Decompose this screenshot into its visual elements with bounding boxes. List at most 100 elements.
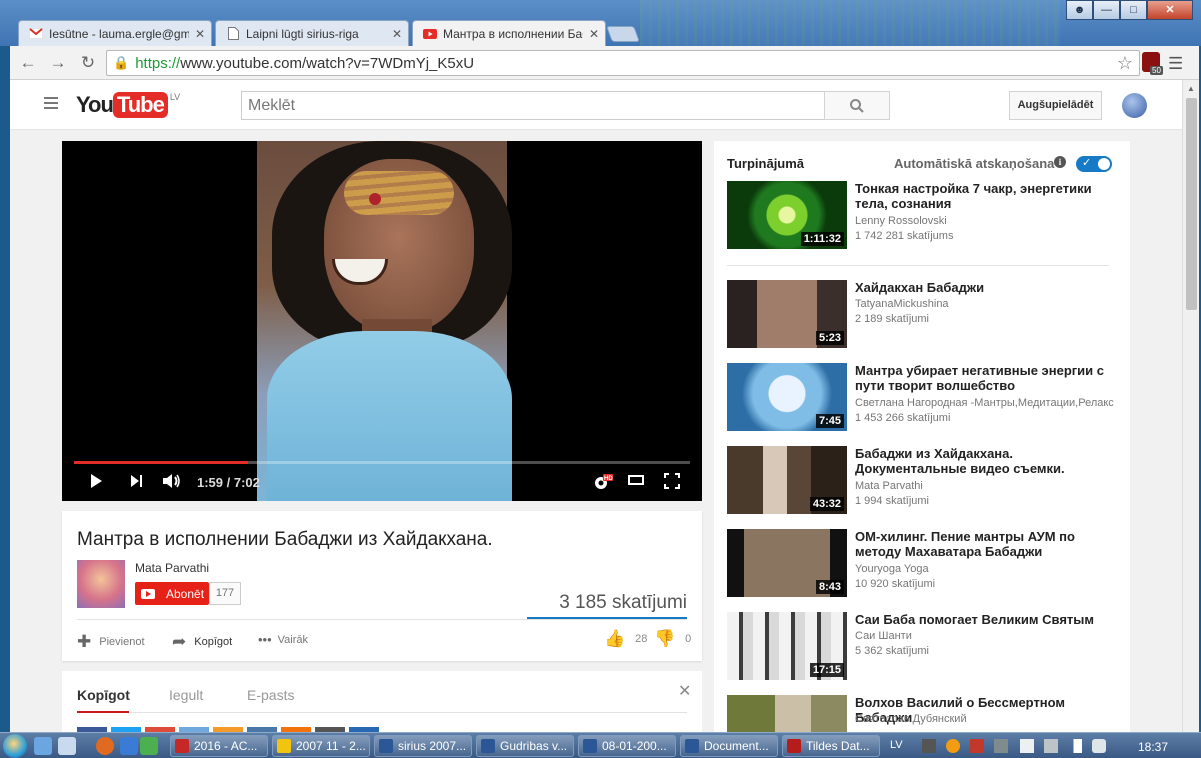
- video-title[interactable]: Саи Баба помогает Великим Святым: [855, 612, 1117, 627]
- list-item[interactable]: 43:32 Бабаджи из Хайдакхана. Документаль…: [727, 446, 1127, 516]
- network-signal-icon[interactable]: [1068, 739, 1082, 753]
- list-item[interactable]: 8:43 ОМ-хилинг. Пение мантры АУМ по мето…: [727, 529, 1127, 599]
- search-input[interactable]: Meklēt: [241, 91, 825, 120]
- fullscreen-icon[interactable]: [664, 473, 680, 494]
- video-thumbnail[interactable]: 8:43: [727, 529, 847, 597]
- new-tab-button[interactable]: [606, 26, 640, 42]
- share-label: Kopīgot: [194, 636, 233, 648]
- video-thumbnail[interactable]: 43:32: [727, 446, 847, 514]
- search-button[interactable]: [824, 91, 890, 120]
- scroll-thumb[interactable]: [1186, 98, 1197, 310]
- chrome-icon[interactable]: [140, 737, 158, 755]
- taskbar-item[interactable]: sirius 2007...: [374, 735, 472, 757]
- progress-bar[interactable]: [74, 461, 690, 464]
- tab-sirius[interactable]: Laipni lūgti sirius-riga ✕: [215, 20, 409, 46]
- forward-icon[interactable]: →: [48, 53, 68, 73]
- video-author[interactable]: Mata Parvathi: [855, 480, 1125, 492]
- subscribe-button[interactable]: Abonēt: [135, 582, 209, 605]
- volume-tray-icon[interactable]: [1092, 739, 1106, 753]
- list-item[interactable]: Волхов Василий о Бессмертном Бабаджи Свя…: [727, 695, 1127, 732]
- video-title[interactable]: ОМ-хилинг. Пение мантры АУМ по методу Ма…: [855, 529, 1117, 559]
- close-tab-icon[interactable]: ✕: [392, 27, 402, 41]
- video-thumbnail[interactable]: [727, 695, 847, 732]
- tab-youtube[interactable]: Мантра в исполнении Бабадж ✕: [412, 20, 606, 46]
- video-thumbnail[interactable]: 7:45: [727, 363, 847, 431]
- guide-menu-icon[interactable]: [44, 97, 58, 109]
- channel-avatar[interactable]: [77, 560, 125, 608]
- video-author[interactable]: Lenny Rossolovski: [855, 215, 1125, 227]
- youtube-logo[interactable]: You Tube LV: [76, 92, 180, 118]
- avatar[interactable]: [1122, 93, 1147, 118]
- logo-text-you: You: [76, 92, 114, 117]
- autoplay-toggle[interactable]: ✓: [1076, 156, 1112, 172]
- tab-gmail[interactable]: Iesūtne - lauma.ergle@gm ✕: [18, 20, 212, 46]
- bookmark-star-icon[interactable]: ☆: [1117, 53, 1133, 74]
- tab-share[interactable]: Kopīgot: [77, 687, 130, 703]
- share-button[interactable]: ➦ Kopīgot: [172, 632, 232, 652]
- video-title[interactable]: Бабаджи из Хайдакхана. Документальные ви…: [855, 446, 1117, 476]
- list-item[interactable]: 17:15 Саи Баба помогает Великим Святым С…: [727, 612, 1127, 682]
- channel-name[interactable]: Mata Parvathi: [135, 561, 209, 575]
- show-desktop-icon[interactable]: [34, 737, 52, 755]
- video-author[interactable]: Саи Шанти: [855, 630, 1125, 642]
- explorer-icon[interactable]: [58, 737, 76, 755]
- video-title[interactable]: Хайдакхан Бабаджи: [855, 280, 1117, 295]
- list-item[interactable]: 1:11:32 Тонкая настройка 7 чакр, энергет…: [727, 181, 1127, 251]
- minimize-button[interactable]: —: [1093, 0, 1120, 20]
- video-title[interactable]: Тонкая настройка 7 чакр, энергетики тела…: [855, 181, 1117, 211]
- scroll-up-icon[interactable]: ▲: [1187, 84, 1195, 93]
- info-icon[interactable]: i: [1054, 156, 1066, 168]
- list-item[interactable]: 5:23 Хайдакхан Бабаджи TatyanaMickushina…: [727, 280, 1127, 350]
- dislike-button[interactable]: 👎 0: [654, 629, 691, 649]
- usb-icon[interactable]: [1044, 739, 1058, 753]
- ie-icon[interactable]: [120, 737, 138, 755]
- video-title[interactable]: Мантра убирает негативные энергии с пути…: [855, 363, 1117, 393]
- page-scrollbar[interactable]: ▲: [1182, 80, 1199, 732]
- clock[interactable]: 18:37: [1138, 740, 1168, 754]
- flag-icon[interactable]: [1020, 739, 1034, 753]
- browser-menu-icon[interactable]: ☰: [1168, 54, 1183, 74]
- video-author[interactable]: Youryoga Yoga: [855, 563, 1125, 575]
- like-button[interactable]: 👍 28: [604, 629, 647, 649]
- tray-app-icon[interactable]: [994, 739, 1008, 753]
- tray-app-icon[interactable]: [922, 739, 936, 753]
- taskbar-item[interactable]: 2007 11 - 2...: [272, 735, 370, 757]
- video-thumbnail[interactable]: 17:15: [727, 612, 847, 680]
- video-author[interactable]: Святослав Дубянский: [855, 713, 1125, 725]
- taskbar-item[interactable]: Document...: [680, 735, 778, 757]
- taskbar-item[interactable]: 2016 - AC...: [170, 735, 268, 757]
- video-player[interactable]: 1:59 / 7:02 HD: [62, 141, 702, 501]
- more-button[interactable]: ••• Vairāk: [258, 632, 308, 647]
- taskbar-item[interactable]: 08-01-200...: [578, 735, 676, 757]
- tab-embed[interactable]: Iegult: [169, 687, 203, 703]
- maximize-button[interactable]: □: [1120, 0, 1147, 20]
- close-tab-icon[interactable]: ✕: [195, 27, 205, 41]
- firefox-icon[interactable]: [96, 737, 114, 755]
- tray-app-icon[interactable]: [946, 739, 960, 753]
- theater-mode-icon[interactable]: [628, 473, 644, 492]
- close-tab-icon[interactable]: ✕: [589, 27, 599, 41]
- video-author[interactable]: TatyanaMickushina: [855, 298, 1125, 310]
- video-author[interactable]: Светлана Нагородная -Мантры,Медитации,Ре…: [855, 397, 1125, 409]
- video-thumbnail[interactable]: 5:23: [727, 280, 847, 348]
- tray-app-icon[interactable]: [970, 739, 984, 753]
- address-bar[interactable]: 🔒 https:// www.youtube.com/watch?v=7WDmY…: [106, 50, 1140, 76]
- back-icon[interactable]: ←: [18, 53, 38, 73]
- language-indicator[interactable]: LV: [890, 739, 903, 751]
- start-button[interactable]: [3, 734, 27, 758]
- tab-email[interactable]: E-pasts: [247, 687, 294, 703]
- volume-icon[interactable]: [162, 473, 182, 494]
- taskbar-item[interactable]: Tildes Dat...: [782, 735, 880, 757]
- play-icon[interactable]: [88, 473, 104, 494]
- profile-icon[interactable]: ☻: [1066, 0, 1093, 20]
- list-item[interactable]: 7:45 Мантра убирает негативные энергии с…: [727, 363, 1127, 433]
- settings-hd-icon[interactable]: HD: [592, 473, 614, 496]
- video-thumbnail[interactable]: 1:11:32: [727, 181, 847, 249]
- add-to-button[interactable]: ✚ Pievienot: [77, 632, 145, 652]
- close-window-button[interactable]: ✕: [1147, 0, 1193, 20]
- taskbar-item[interactable]: Gudribas v...: [476, 735, 574, 757]
- upload-button[interactable]: Augšupielādēt: [1009, 91, 1102, 120]
- reload-icon[interactable]: ↻: [78, 53, 98, 73]
- next-icon[interactable]: [128, 473, 144, 494]
- close-icon[interactable]: ✕: [678, 681, 691, 701]
